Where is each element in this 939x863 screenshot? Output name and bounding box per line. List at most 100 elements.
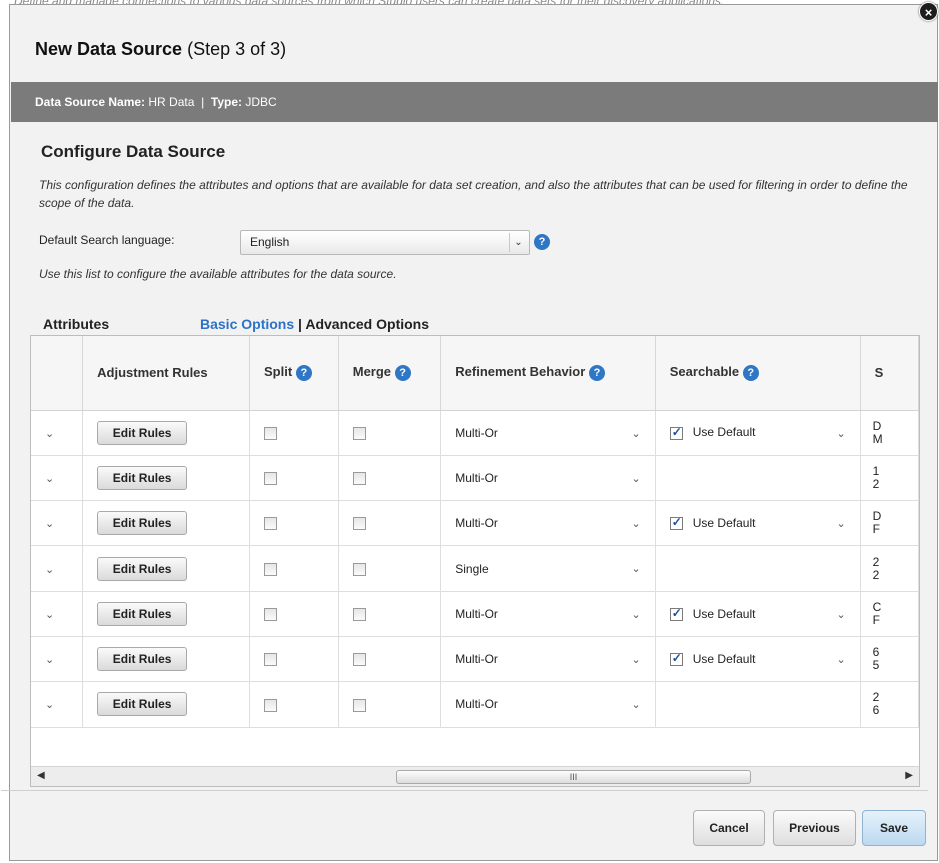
chevron-down-icon[interactable]: ⌄ [45,428,54,440]
info-separator: | [201,95,205,109]
scroll-right-icon[interactable]: ▶ [905,770,913,781]
edit-rules-button[interactable]: Edit Rules [97,420,188,445]
cancel-button[interactable]: Cancel [693,810,765,846]
options-toggle: Basic Options | Advanced Options [200,316,429,332]
split-checkbox[interactable] [264,517,278,531]
table-row: ⌄ Edit Rules Multi-Or ⌄ Use Default ⌄ 65 [31,636,919,683]
edit-rules-button[interactable]: Edit Rules [97,647,188,672]
split-cell [249,410,339,456]
merge-checkbox[interactable] [352,517,366,531]
split-checkbox[interactable] [264,426,278,440]
refinement-value: Multi-Or [455,470,498,485]
merge-checkbox[interactable] [352,653,366,667]
searchable-checkbox[interactable] [669,606,683,621]
chevron-down-icon: ⌄ [509,233,527,252]
header-split: Split ? [249,336,339,411]
merge-checkbox[interactable] [352,426,366,440]
split-checkbox[interactable] [264,608,278,621]
searchable-select[interactable]: Use Default ⌄ [655,500,861,547]
refinement-behavior-select[interactable]: Single ⌄ [440,545,656,592]
adjustment-rules-cell: Edit Rules [82,681,251,728]
chevron-down-icon: ⌄ [836,653,846,666]
chevron-down-icon: ⌄ [631,472,641,485]
searchable-select[interactable]: Use Default ⌄ [655,636,861,683]
searchable-cell-empty [655,681,861,728]
searchable-select[interactable]: Use Default ⌄ [655,591,861,637]
header-refinement-label: Refinement Behavior [455,364,586,380]
help-icon[interactable]: ? [742,365,759,382]
edit-rules-button[interactable]: Edit Rules [97,465,188,490]
header-refinement-behavior: Refinement Behavior ? [440,336,656,411]
merge-checkbox[interactable] [352,562,366,576]
searchable-checkbox[interactable] [669,425,683,440]
split-checkbox[interactable] [264,472,278,486]
refinement-behavior-select[interactable]: Multi-Or ⌄ [440,681,656,728]
chevron-down-icon[interactable]: ⌄ [45,564,54,576]
header-adjustment-rules: Adjustment Rules [82,336,251,411]
searchable-checkbox[interactable] [669,515,683,531]
options-separator: | [298,316,302,332]
save-button[interactable]: Save [862,810,926,846]
chevron-down-icon: ⌄ [631,427,641,440]
searchable-cell-empty [655,455,861,502]
help-icon[interactable]: ? [534,234,550,250]
chevron-down-icon[interactable]: ⌄ [45,654,54,666]
data-source-name-value: HR Data [148,95,195,109]
header-cut-off: S [860,336,919,411]
row-expand-cell: ⌄ [31,591,84,637]
refinement-behavior-select[interactable]: Multi-Or ⌄ [440,636,656,683]
split-checkbox[interactable] [264,562,278,576]
advanced-options-tab[interactable]: Advanced Options [305,316,429,332]
edit-rules-button[interactable]: Edit Rules [97,601,188,626]
edit-rules-button[interactable]: Edit Rules [97,692,188,717]
edit-rules-button[interactable]: Edit Rules [97,511,188,536]
split-checkbox[interactable] [264,653,278,667]
split-cell [249,681,339,728]
data-source-type-label: Type: [210,95,242,109]
split-cell [249,545,339,592]
split-checkbox[interactable] [264,698,278,712]
help-icon[interactable]: ? [394,365,411,382]
horizontal-scrollbar[interactable]: ◀ III ▶ [31,766,919,786]
searchable-value: Use Default [692,425,756,440]
chevron-down-icon[interactable]: ⌄ [45,699,54,711]
scrollbar-thumb[interactable]: III [396,770,751,784]
chevron-down-icon[interactable]: ⌄ [45,609,54,621]
merge-checkbox[interactable] [352,472,366,486]
search-language-label: Default Search language: [39,233,175,247]
basic-options-link[interactable]: Basic Options [200,316,294,332]
chevron-down-icon: ⌄ [836,427,846,440]
close-icon[interactable]: × [919,2,938,21]
merge-cell [338,591,442,637]
chevron-down-icon[interactable]: ⌄ [45,518,54,530]
dialog-title: New Data Source (Step 3 of 3) [35,39,286,60]
help-icon[interactable]: ? [588,365,605,382]
table-row: ⌄ Edit Rules Multi-Or ⌄ Use Default ⌄ DM [31,410,919,456]
chevron-down-icon: ⌄ [631,563,641,576]
refinement-behavior-select[interactable]: Multi-Or ⌄ [440,591,656,637]
previous-button[interactable]: Previous [773,810,856,846]
chevron-down-icon: ⌄ [836,518,846,531]
search-language-select[interactable]: English ⌄ [240,230,530,255]
edit-rules-button[interactable]: Edit Rules [97,556,188,581]
refinement-value: Multi-Or [455,652,498,667]
help-icon[interactable]: ? [295,365,312,382]
split-cell [249,455,339,502]
refinement-behavior-select[interactable]: Multi-Or ⌄ [440,410,656,456]
scroll-left-icon[interactable]: ◀ [37,770,45,781]
row-expand-cell: ⌄ [31,681,84,728]
search-language-value: English [250,235,290,249]
chevron-down-icon: ⌄ [631,653,641,666]
header-searchable-label: Searchable [669,364,740,380]
refinement-value: Multi-Or [455,516,498,531]
merge-checkbox[interactable] [352,608,366,621]
adjustment-rules-cell: Edit Rules [82,500,251,547]
searchable-select[interactable]: Use Default ⌄ [655,410,861,456]
chevron-down-icon[interactable]: ⌄ [45,473,54,485]
merge-checkbox[interactable] [352,698,366,712]
refinement-behavior-select[interactable]: Multi-Or ⌄ [440,500,656,547]
refinement-behavior-select[interactable]: Multi-Or ⌄ [440,455,656,502]
chevron-down-icon: ⌄ [836,608,846,621]
searchable-checkbox[interactable] [669,651,683,667]
header-searchable: Searchable ? [655,336,861,411]
